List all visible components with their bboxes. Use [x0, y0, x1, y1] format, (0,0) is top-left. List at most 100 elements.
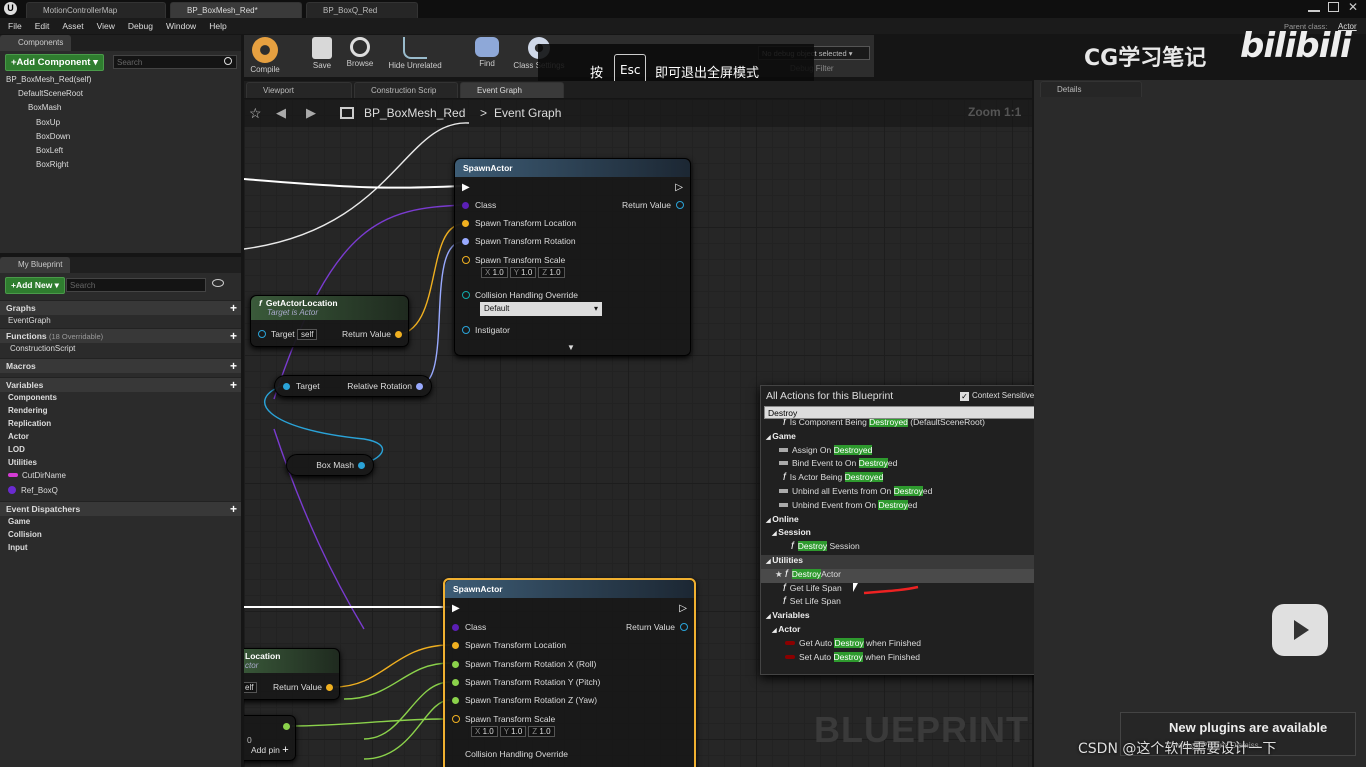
- action-category[interactable]: ◢ Online: [761, 514, 1041, 528]
- action-item[interactable]: f Set Life Span: [761, 596, 1041, 610]
- collision-dropdown[interactable]: Default ▾: [480, 302, 602, 316]
- variable-cutdirname[interactable]: CutDirName: [0, 470, 241, 485]
- add-dispatcher-icon[interactable]: +: [230, 502, 237, 516]
- action-item[interactable]: Assign On Destroyed: [761, 444, 1041, 459]
- get-actor-location-node-2[interactable]: Location ctor elf Return Value: [244, 648, 340, 700]
- scale-values[interactable]: X 1.0 Y 1.0 Z 1.0: [481, 267, 567, 278]
- section-variables[interactable]: Variables +: [0, 377, 241, 392]
- action-category[interactable]: ◢ Game: [761, 431, 1041, 445]
- tree-item-boxmash[interactable]: BoxMash: [6, 101, 91, 115]
- checkbox-icon[interactable]: ✓: [960, 392, 969, 401]
- spawn-actor-node-1[interactable]: SpawnActor ▶ ▷ Class Return Value Spawn …: [454, 158, 691, 356]
- var-cat-components[interactable]: Components: [0, 392, 241, 405]
- self-pin[interactable]: elf: [244, 682, 259, 693]
- add-component-button[interactable]: +Add Component ▾: [5, 54, 104, 71]
- my-blueprint-tab[interactable]: My Blueprint: [0, 257, 71, 273]
- menu-help[interactable]: Help: [209, 21, 226, 34]
- window-tab-bp-boxq-red[interactable]: BP_BoxQ_Red: [306, 2, 418, 18]
- action-item[interactable]: f Destroy Session: [761, 541, 1041, 555]
- disp-cat-game[interactable]: Game: [0, 516, 241, 529]
- close-icon[interactable]: ✕: [1348, 0, 1358, 14]
- add-function-icon[interactable]: +: [230, 329, 237, 343]
- return-value-pin[interactable]: Return Value: [622, 200, 684, 210]
- tree-item-boxup[interactable]: BoxUp: [6, 116, 91, 130]
- var-cat-rendering[interactable]: Rendering: [0, 405, 241, 418]
- rotation-y-pin[interactable]: Spawn Transform Rotation Y (Pitch): [452, 677, 600, 687]
- components-search-input[interactable]: Search: [113, 55, 237, 69]
- class-pin[interactable]: Class: [452, 622, 486, 632]
- make-node[interactable]: 0 Add pin +: [244, 715, 296, 761]
- scale-z-field[interactable]: Z 1.0: [538, 267, 565, 278]
- rel-rotation-pin[interactable]: Relative Rotation: [347, 381, 423, 391]
- action-item[interactable]: Get Auto Destroy when Finished: [761, 637, 1041, 652]
- action-item[interactable]: f Is Actor Being Destroyed: [761, 472, 1041, 486]
- box-mash-pin[interactable]: Box Mash: [316, 460, 365, 470]
- menu-window[interactable]: Window: [166, 21, 196, 34]
- actions-search-input[interactable]: Destroy✕: [764, 406, 1050, 419]
- favorite-star-icon[interactable]: ★: [775, 569, 785, 579]
- variable-ref-boxq[interactable]: Ref_BoxQ: [0, 485, 241, 500]
- spawn-scale-pin[interactable]: Spawn Transform Scale: [462, 255, 565, 265]
- action-category[interactable]: ◢ Session: [761, 527, 1041, 541]
- spawn-location-pin[interactable]: Spawn Transform Location: [462, 218, 576, 228]
- action-category[interactable]: ◢ Actor: [761, 624, 1041, 638]
- browse-button[interactable]: Browse: [342, 37, 378, 68]
- disp-cat-input[interactable]: Input: [0, 542, 241, 555]
- hide-unrelated-button[interactable]: Hide Unrelated: [384, 37, 446, 70]
- target-pin[interactable]: Target self: [258, 329, 319, 340]
- add-variable-icon[interactable]: +: [230, 378, 237, 392]
- collision-pin[interactable]: Collision Handling Override: [465, 749, 568, 759]
- section-event-dispatchers[interactable]: Event Dispatchers +: [0, 501, 241, 516]
- blueprint-search-input[interactable]: Search: [66, 278, 206, 292]
- minimize-button[interactable]: [1308, 2, 1320, 12]
- class-pin[interactable]: Class: [462, 200, 496, 210]
- make-out-pin[interactable]: [283, 721, 290, 731]
- details-tab[interactable]: Details: [1040, 81, 1142, 97]
- menu-debug[interactable]: Debug: [128, 21, 153, 34]
- save-button[interactable]: Save: [306, 37, 338, 70]
- eye-icon[interactable]: [212, 279, 224, 287]
- expand-arrow-icon[interactable]: ▼: [567, 343, 575, 352]
- scale-x-field[interactable]: X 1.0: [471, 726, 498, 737]
- menu-view[interactable]: View: [97, 21, 115, 34]
- action-item[interactable]: f Is Component Being Destroyed (DefaultSc…: [761, 419, 1041, 431]
- spawn-actor-node-2[interactable]: SpawnActor ▶ ▷ Class Return Value Spawn …: [443, 578, 696, 767]
- action-category[interactable]: ◢ Utilities: [761, 555, 1041, 569]
- maximize-button[interactable]: [1328, 2, 1339, 12]
- action-item[interactable]: Bind Event to On Destroyed: [761, 458, 1041, 472]
- event-graph-item[interactable]: EventGraph: [0, 315, 241, 328]
- scale-y-field[interactable]: Y 1.0: [509, 267, 537, 278]
- var-cat-utilities[interactable]: Utilities: [0, 457, 241, 470]
- add-pin-button[interactable]: Add pin +: [251, 744, 289, 756]
- tree-self[interactable]: BP_BoxMesh_Red(self): [6, 73, 91, 87]
- instigator-pin[interactable]: Instigator: [462, 325, 510, 335]
- var-cat-replication[interactable]: Replication: [0, 418, 241, 431]
- tab-event-graph[interactable]: Event Graph: [460, 82, 564, 98]
- find-button[interactable]: Find: [472, 37, 502, 68]
- var-cat-actor[interactable]: Actor: [0, 431, 241, 444]
- add-new-button[interactable]: +Add New ▾: [5, 277, 65, 294]
- play-video-button[interactable]: [1272, 604, 1328, 656]
- section-graphs[interactable]: Graphs +: [0, 300, 241, 315]
- tree-item-boxleft[interactable]: BoxLeft: [6, 144, 91, 158]
- relative-rotation-node[interactable]: Target Relative Rotation: [274, 375, 432, 397]
- context-sensitive-toggle[interactable]: ✓Context Sensitive ▸: [960, 391, 1041, 401]
- action-item[interactable]: ★ f DestroyActor: [761, 568, 1041, 583]
- rotation-x-pin[interactable]: Spawn Transform Rotation X (Roll): [452, 659, 596, 669]
- tree-item-defaultsceneroot[interactable]: DefaultSceneRoot: [6, 87, 91, 101]
- spawn-scale-pin[interactable]: Spawn Transform Scale: [452, 714, 555, 724]
- add-macro-icon[interactable]: +: [230, 359, 237, 373]
- action-item[interactable]: Set Auto Destroy when Finished: [761, 651, 1041, 666]
- exec-out-pin[interactable]: ▷: [679, 603, 687, 614]
- tab-construction-script[interactable]: Construction Scrip: [354, 82, 458, 98]
- tree-item-boxright[interactable]: BoxRight: [6, 158, 91, 172]
- add-graph-icon[interactable]: +: [230, 301, 237, 315]
- scale-y-field[interactable]: Y 1.0: [499, 726, 527, 737]
- action-item[interactable]: Unbind Event from On Destroyed: [761, 499, 1041, 514]
- menu-file[interactable]: File: [8, 21, 22, 34]
- scale-values[interactable]: X 1.0 Y 1.0 Z 1.0: [471, 726, 557, 737]
- disp-cat-collision[interactable]: Collision: [0, 529, 241, 542]
- collision-pin[interactable]: Collision Handling Override: [462, 290, 578, 300]
- return-value-pin[interactable]: Return Value: [626, 622, 688, 632]
- location-return-pin-2[interactable]: Return Value: [273, 682, 333, 692]
